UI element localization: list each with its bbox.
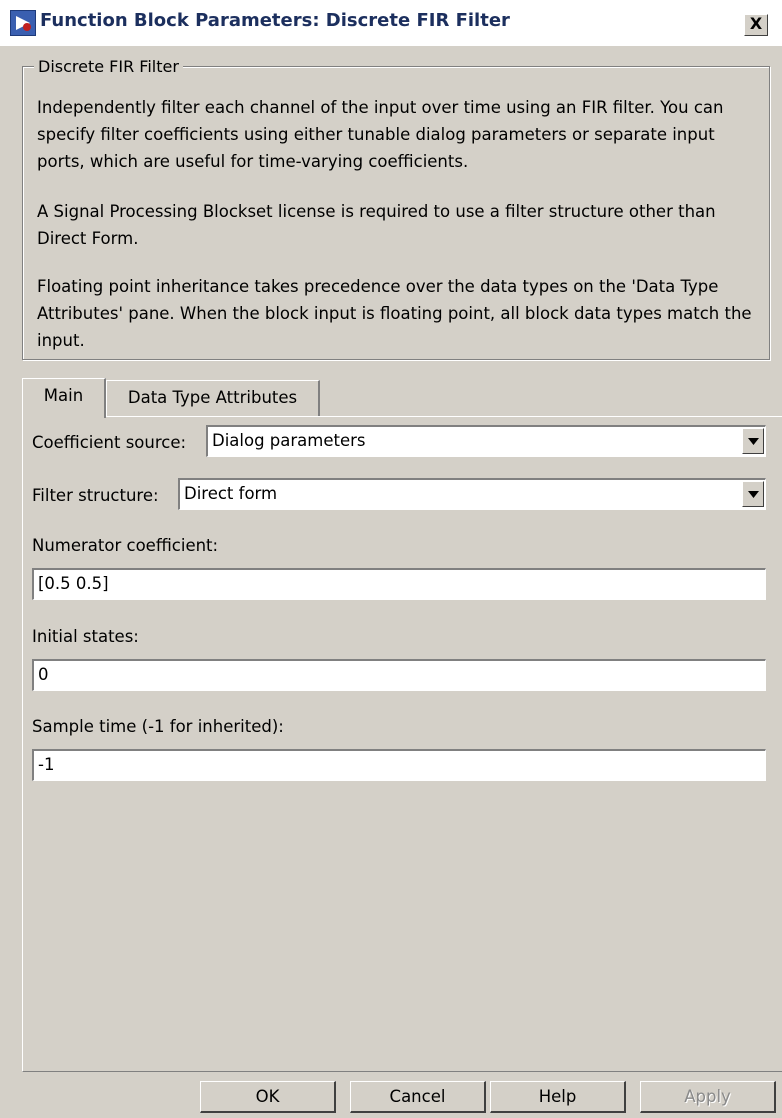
close-button[interactable]: X [744, 14, 768, 36]
filter-structure-value: Direct form [184, 484, 278, 503]
chevron-down-icon[interactable] [742, 481, 764, 507]
coefficient-source-value: Dialog parameters [212, 431, 366, 450]
apply-button[interactable]: Apply [640, 1081, 776, 1113]
filter-structure-label: Filter structure: [32, 486, 159, 505]
window-title: Function Block Parameters: Discrete FIR … [40, 10, 510, 31]
description-paragraph: A Signal Processing Blockset license is … [37, 202, 716, 248]
title-bar[interactable]: Function Block Parameters: Discrete FIR … [0, 0, 782, 46]
initial-states-field[interactable]: 0 [32, 659, 766, 691]
main-tab-panel [22, 416, 782, 1072]
tab-data-type-attributes[interactable]: Data Type Attributes [106, 380, 320, 416]
initial-states-label: Initial states: [32, 627, 139, 646]
groupbox-legend: Discrete FIR Filter [34, 57, 183, 76]
tab-main[interactable]: Main [22, 378, 106, 418]
coefficient-source-label: Coefficient source: [32, 433, 187, 452]
description-paragraph: Independently filter each channel of the… [37, 98, 724, 171]
filter-structure-dropdown[interactable]: Direct form [178, 478, 766, 510]
numerator-coefficient-field[interactable]: [0.5 0.5] [32, 568, 766, 600]
description-paragraph: Floating point inheritance takes precede… [37, 277, 752, 350]
ok-button[interactable]: OK [200, 1081, 336, 1113]
dialog-window: Function Block Parameters: Discrete FIR … [0, 0, 782, 1118]
chevron-down-icon[interactable] [742, 428, 764, 454]
coefficient-source-dropdown[interactable]: Dialog parameters [206, 425, 766, 457]
sample-time-field[interactable]: -1 [32, 749, 766, 781]
cancel-button[interactable]: Cancel [350, 1081, 486, 1113]
simulink-block-icon [10, 10, 36, 36]
help-button[interactable]: Help [490, 1081, 626, 1113]
numerator-coefficient-label: Numerator coefficient: [32, 536, 219, 555]
sample-time-label: Sample time (-1 for inherited): [32, 717, 284, 736]
